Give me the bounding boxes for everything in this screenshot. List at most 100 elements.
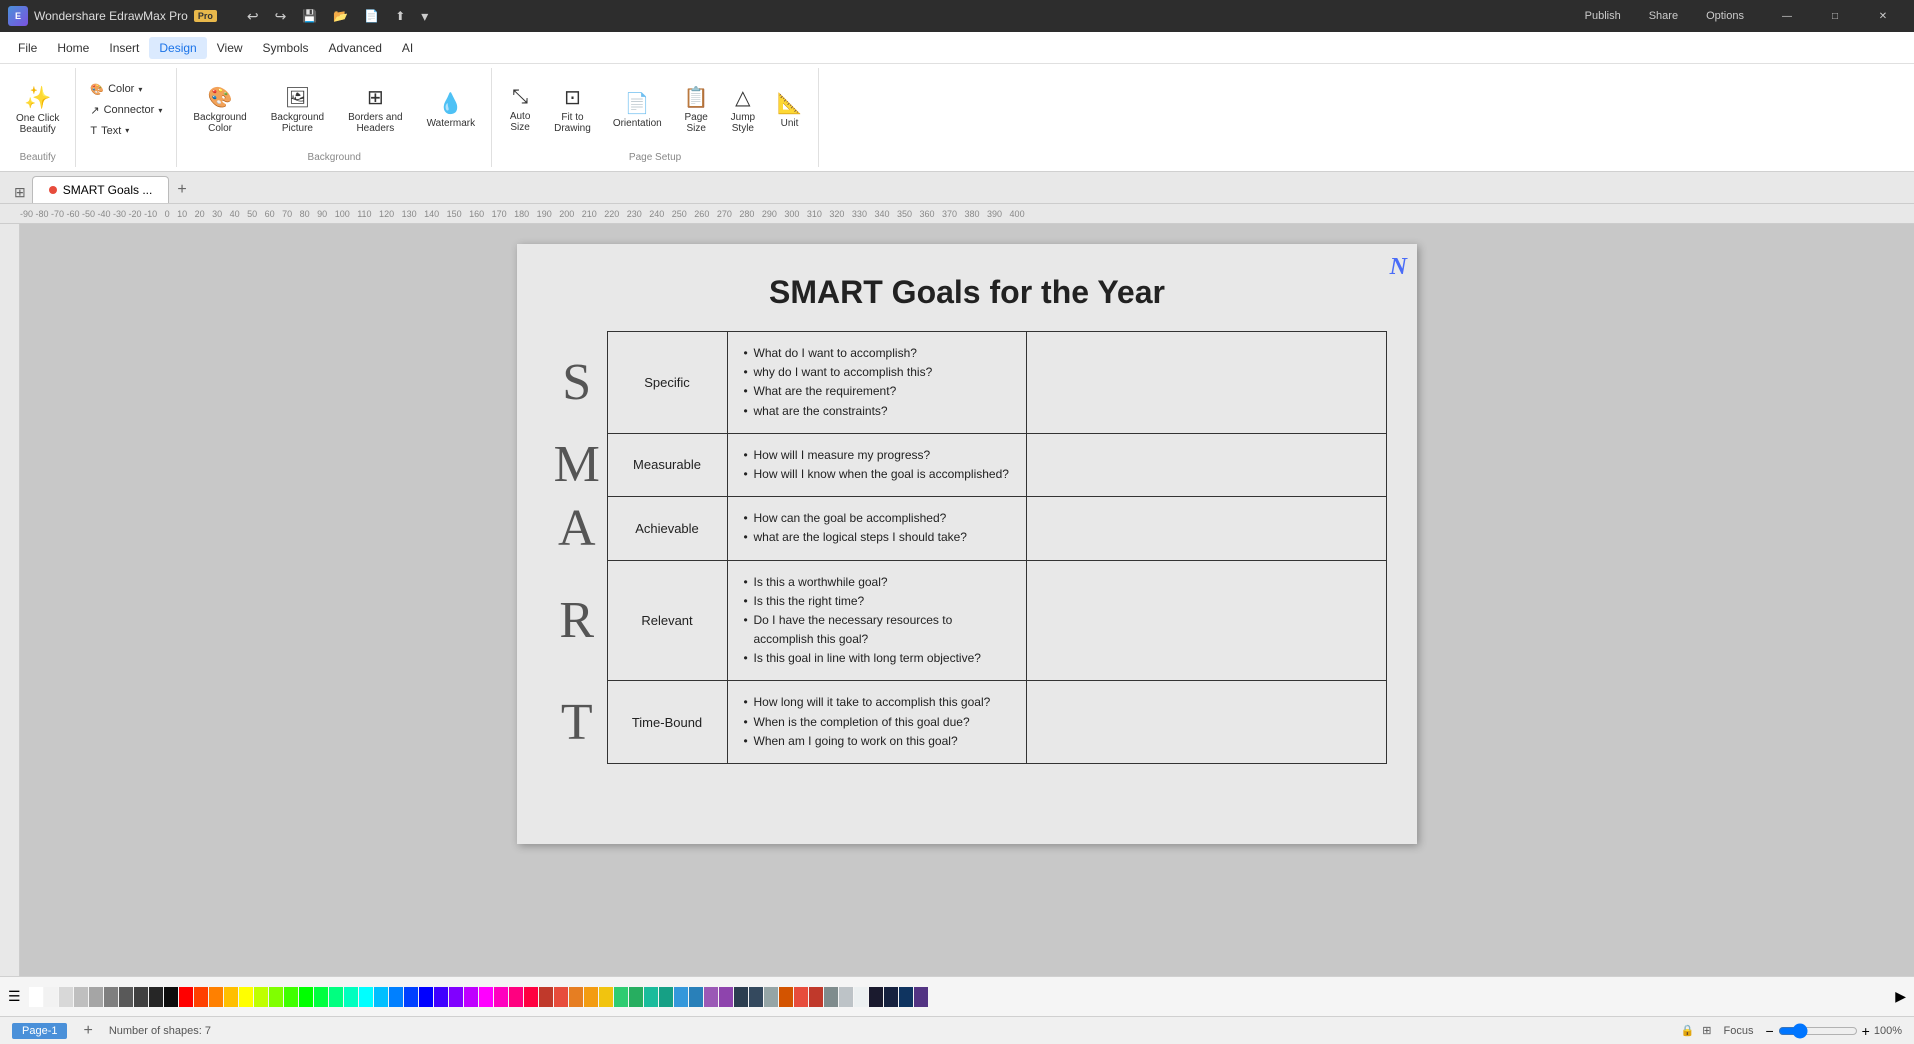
fit-to-drawing-button[interactable]: ⊡ Fit to Drawing (546, 81, 599, 138)
menu-symbols[interactable]: Symbols (253, 37, 319, 59)
unit-button[interactable]: 📐 Unit (769, 87, 810, 133)
color-swatch[interactable] (404, 987, 418, 1007)
color-swatch[interactable] (539, 987, 553, 1007)
close-button[interactable]: ✕ (1860, 0, 1906, 32)
color-swatch[interactable] (74, 987, 88, 1007)
color-swatch[interactable] (824, 987, 838, 1007)
color-swatch[interactable] (329, 987, 343, 1007)
color-swatch[interactable] (734, 987, 748, 1007)
palette-more-btn[interactable]: ▶ (1895, 988, 1906, 1005)
color-swatch[interactable] (914, 987, 928, 1007)
menu-insert[interactable]: Insert (99, 37, 149, 59)
orientation-button[interactable]: 📄 Orientation (605, 87, 670, 133)
color-swatch[interactable] (389, 987, 403, 1007)
color-swatch[interactable] (29, 987, 43, 1007)
minimize-button[interactable]: — (1764, 0, 1810, 32)
color-swatch[interactable] (689, 987, 703, 1007)
color-swatch[interactable] (419, 987, 433, 1007)
menu-design[interactable]: Design (149, 37, 206, 59)
color-swatch[interactable] (524, 987, 538, 1007)
color-swatch[interactable] (254, 987, 268, 1007)
color-swatch[interactable] (359, 987, 373, 1007)
color-swatch[interactable] (854, 987, 868, 1007)
connector-button[interactable]: ↗ Connector ▾ (84, 101, 168, 120)
color-swatch[interactable] (269, 987, 283, 1007)
add-tab-button[interactable]: + (169, 177, 194, 203)
color-swatch[interactable] (704, 987, 718, 1007)
zoom-out-btn[interactable]: − (1765, 1023, 1773, 1039)
zoom-slider[interactable] (1778, 1023, 1858, 1039)
open-button[interactable]: 📂 (327, 6, 354, 27)
color-swatch[interactable] (434, 987, 448, 1007)
share-button[interactable]: Share (1641, 8, 1686, 24)
color-swatch[interactable] (479, 987, 493, 1007)
color-swatch[interactable] (464, 987, 478, 1007)
save-button[interactable]: 💾 (296, 6, 323, 27)
menu-ai[interactable]: AI (392, 37, 423, 59)
color-swatch[interactable] (344, 987, 358, 1007)
color-swatch[interactable] (644, 987, 658, 1007)
undo-button[interactable]: ↩ (241, 6, 265, 27)
borders-headers-button[interactable]: ⊞ Borders and Headers (340, 81, 410, 138)
color-swatch[interactable] (449, 987, 463, 1007)
publish-button[interactable]: Publish (1577, 8, 1629, 24)
options-button[interactable]: Options (1698, 8, 1752, 24)
menu-file[interactable]: File (8, 37, 47, 59)
zoom-in-btn[interactable]: + (1862, 1023, 1870, 1039)
color-swatch[interactable] (869, 987, 883, 1007)
one-click-beautify-button[interactable]: ✨ One Click Beautify (8, 81, 67, 139)
color-swatch[interactable] (629, 987, 643, 1007)
color-swatch[interactable] (314, 987, 328, 1007)
menu-view[interactable]: View (207, 37, 253, 59)
color-button[interactable]: 🎨 Color ▾ (84, 80, 168, 99)
color-swatch[interactable] (884, 987, 898, 1007)
tab-smart-goals[interactable]: SMART Goals ... (32, 176, 170, 203)
new-button[interactable]: 📄 (358, 6, 385, 27)
color-swatch[interactable] (509, 987, 523, 1007)
canvas-area[interactable]: N SMART Goals for the Year S Specific Wh… (20, 224, 1914, 976)
redo-button[interactable]: ↪ (269, 6, 293, 27)
color-swatch[interactable] (809, 987, 823, 1007)
color-swatch[interactable] (209, 987, 223, 1007)
color-swatch[interactable] (119, 987, 133, 1007)
color-swatch[interactable] (299, 987, 313, 1007)
color-swatch[interactable] (839, 987, 853, 1007)
color-swatch[interactable] (674, 987, 688, 1007)
color-swatch[interactable] (899, 987, 913, 1007)
color-swatch[interactable] (374, 987, 388, 1007)
color-swatch[interactable] (284, 987, 298, 1007)
color-swatch[interactable] (719, 987, 733, 1007)
background-color-button[interactable]: 🎨 Background Color (185, 81, 254, 138)
more-dropdown[interactable]: ▾ (415, 6, 434, 27)
color-swatch[interactable] (179, 987, 193, 1007)
color-swatch[interactable] (59, 987, 73, 1007)
color-swatch[interactable] (569, 987, 583, 1007)
color-swatch[interactable] (599, 987, 613, 1007)
color-swatch[interactable] (764, 987, 778, 1007)
menu-advanced[interactable]: Advanced (319, 37, 392, 59)
export-button[interactable]: ⬆ (389, 6, 411, 27)
maximize-button[interactable]: □ (1812, 0, 1858, 32)
page-tab-bottom[interactable]: Page-1 (12, 1023, 67, 1039)
auto-size-button[interactable]: ⤡ Auto Size (500, 82, 540, 137)
color-swatch[interactable] (134, 987, 148, 1007)
color-swatch[interactable] (89, 987, 103, 1007)
color-swatch[interactable] (779, 987, 793, 1007)
color-swatch[interactable] (494, 987, 508, 1007)
color-swatch[interactable] (149, 987, 163, 1007)
page-size-button[interactable]: 📋 Page Size (676, 81, 717, 138)
color-swatch[interactable] (239, 987, 253, 1007)
color-swatch[interactable] (584, 987, 598, 1007)
color-swatch[interactable] (44, 987, 58, 1007)
color-swatch[interactable] (224, 987, 238, 1007)
color-swatch[interactable] (749, 987, 763, 1007)
background-picture-button[interactable]: 🖼 Background Picture (263, 81, 332, 138)
add-page-btn[interactable]: + (83, 1022, 92, 1040)
color-swatch[interactable] (554, 987, 568, 1007)
toggle-palette-btn[interactable]: ☰ (8, 988, 21, 1005)
color-swatch[interactable] (104, 987, 118, 1007)
color-swatch[interactable] (194, 987, 208, 1007)
color-swatch[interactable] (794, 987, 808, 1007)
color-swatch[interactable] (659, 987, 673, 1007)
color-swatch[interactable] (614, 987, 628, 1007)
